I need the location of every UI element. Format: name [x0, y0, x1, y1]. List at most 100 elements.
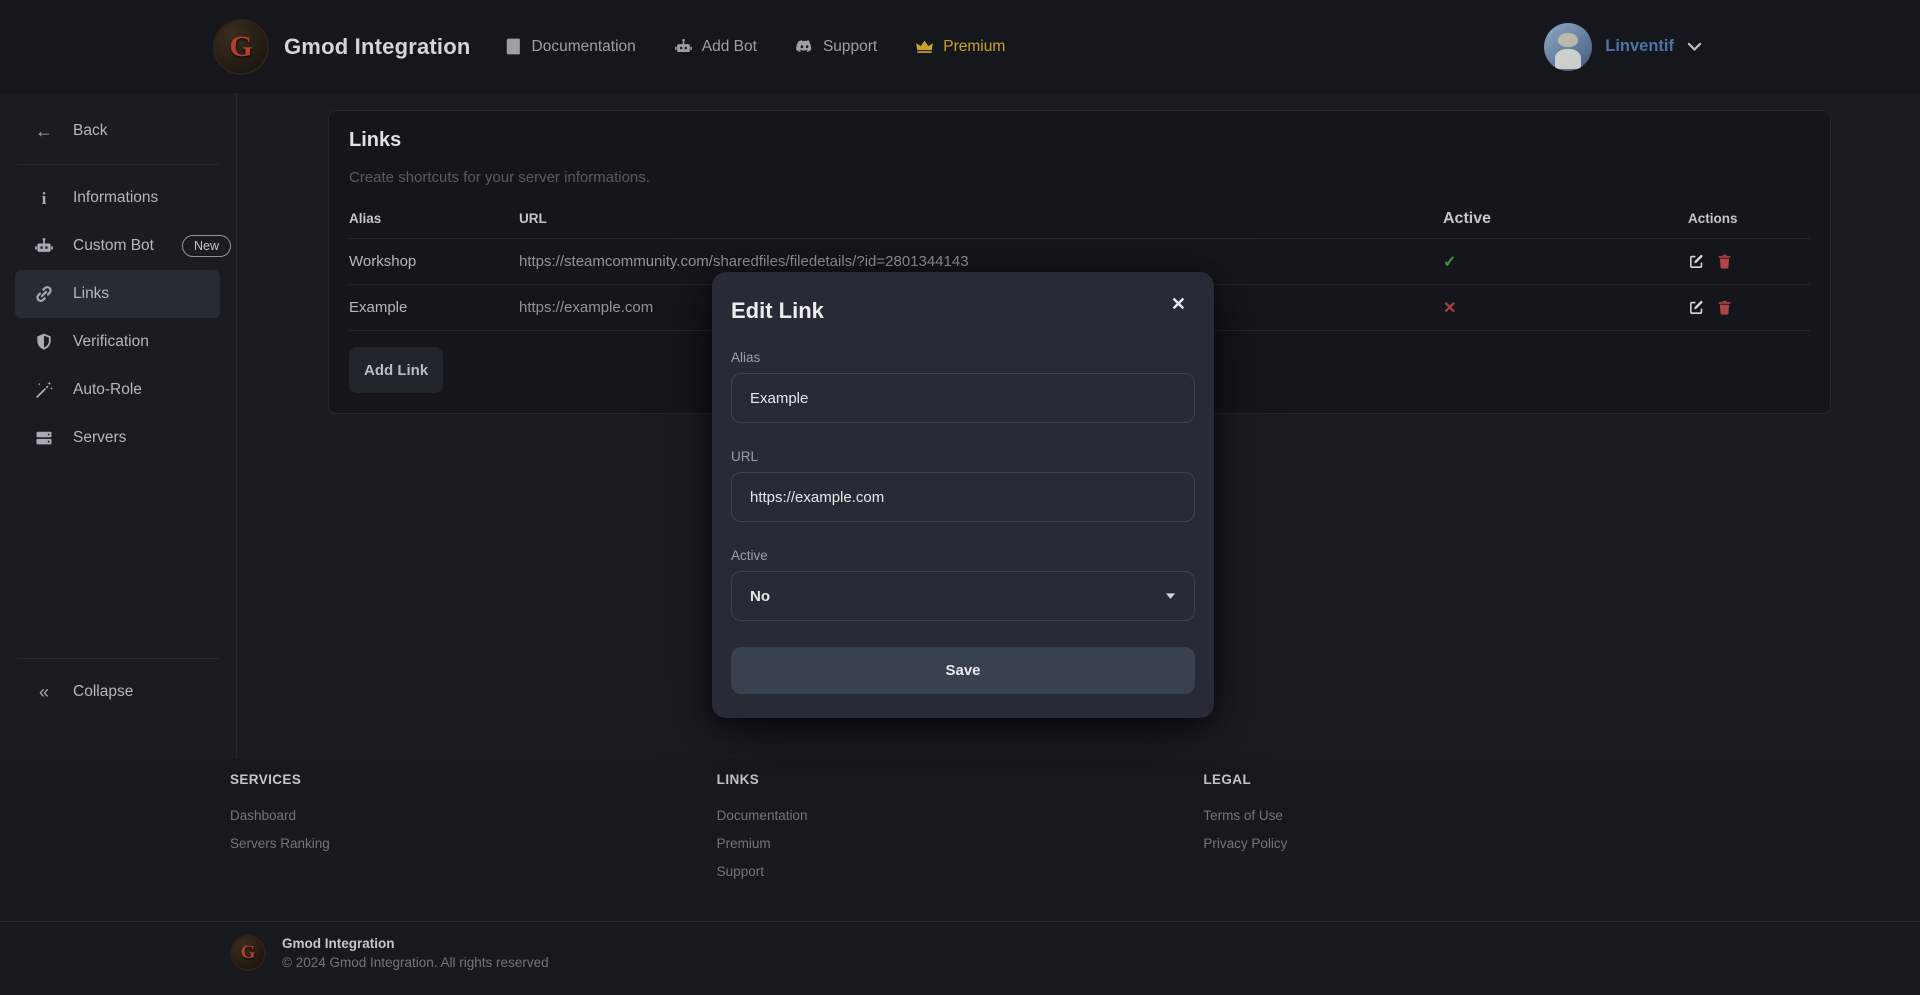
- navbar: G Gmod Integration Documentation Add Bot…: [0, 0, 1920, 93]
- edit-link-modal: ✕ Edit Link Alias URL Active No Save: [712, 272, 1214, 718]
- modal-title: Edit Link: [731, 298, 1195, 324]
- footer-link-premium[interactable]: Premium: [717, 830, 1204, 858]
- avatar: [1544, 23, 1592, 71]
- col-header-alias: Alias: [349, 211, 519, 226]
- discord-icon: [795, 37, 814, 56]
- cell-actions: [1688, 299, 1810, 316]
- page-title: Links: [349, 129, 1810, 152]
- arrow-left-icon: ←: [33, 122, 55, 140]
- trash-icon: [1716, 253, 1733, 270]
- user-menu[interactable]: Linventif: [1544, 23, 1702, 71]
- footer-logo[interactable]: G: [230, 935, 266, 971]
- status-active-check: ✓: [1443, 252, 1688, 272]
- sidebar: ← Back i Informations Custom Bot New Lin…: [0, 93, 237, 759]
- footer-link-support[interactable]: Support: [717, 858, 1204, 886]
- alias-label: Alias: [731, 350, 1195, 365]
- nav-documentation[interactable]: Documentation: [504, 37, 636, 56]
- sidebar-item-auto-role[interactable]: Auto-Role: [0, 366, 236, 414]
- edit-icon: [1688, 299, 1705, 316]
- active-label: Active: [731, 548, 1195, 563]
- url-field[interactable]: [731, 472, 1195, 522]
- footer-link-terms[interactable]: Terms of Use: [1203, 802, 1690, 830]
- sidebar-collapse[interactable]: « Collapse: [0, 668, 236, 716]
- sidebar-divider: [17, 164, 219, 165]
- brand-title[interactable]: Gmod Integration: [284, 34, 471, 60]
- sidebar-item-label: Custom Bot: [73, 237, 154, 255]
- footer-column-links: LINKS Documentation Premium Support: [717, 771, 1204, 886]
- footer-column-services: SERVICES Dashboard Servers Ranking: [230, 771, 717, 886]
- trash-icon: [1716, 299, 1733, 316]
- nav-add-bot[interactable]: Add Bot: [674, 37, 757, 56]
- footer-link-privacy[interactable]: Privacy Policy: [1203, 830, 1690, 858]
- footer-link-servers-ranking[interactable]: Servers Ranking: [230, 830, 717, 858]
- status-inactive-cross: ✕: [1443, 298, 1688, 318]
- sidebar-item-servers[interactable]: Servers: [0, 414, 236, 462]
- edit-link-button[interactable]: [1688, 253, 1705, 270]
- sidebar-divider: [17, 658, 219, 659]
- nav-label: Documentation: [532, 38, 636, 56]
- sidebar-item-label: Informations: [73, 189, 158, 207]
- add-link-button[interactable]: Add Link: [349, 347, 443, 393]
- link-icon: [33, 284, 55, 304]
- page-subtitle: Create shortcuts for your server informa…: [349, 169, 1810, 186]
- footer-heading: LINKS: [717, 771, 1204, 789]
- cell-url: https://steamcommunity.com/sharedfiles/f…: [519, 253, 1443, 270]
- nav-premium[interactable]: Premium: [915, 37, 1005, 56]
- sidebar-item-label: Links: [73, 285, 109, 303]
- new-badge: New: [182, 235, 231, 257]
- active-select-value: No: [750, 588, 770, 605]
- shield-icon: [33, 332, 55, 352]
- cell-alias: Workshop: [349, 253, 519, 270]
- col-header-url: URL: [519, 211, 1443, 226]
- sidebar-bottom: « Collapse: [0, 649, 236, 759]
- save-button[interactable]: Save: [731, 647, 1195, 694]
- footer-heading: SERVICES: [230, 771, 717, 789]
- sidebar-item-label: Auto-Role: [73, 381, 142, 399]
- delete-link-button[interactable]: [1716, 299, 1733, 316]
- double-chevron-left-icon: «: [33, 683, 55, 701]
- username: Linventif: [1605, 37, 1674, 56]
- logo-letter: G: [229, 30, 252, 64]
- sidebar-item-label: Servers: [73, 429, 126, 447]
- wand-icon: [33, 380, 55, 400]
- url-label: URL: [731, 449, 1195, 464]
- nav-label: Add Bot: [702, 38, 757, 56]
- footer-heading: LEGAL: [1203, 771, 1690, 789]
- col-header-active: Active: [1443, 210, 1688, 228]
- nav-links: Documentation Add Bot Support Premium: [504, 37, 1006, 56]
- sidebar-item-informations[interactable]: i Informations: [0, 174, 236, 222]
- close-icon[interactable]: ✕: [1165, 294, 1192, 314]
- sidebar-item-links[interactable]: Links: [15, 270, 220, 318]
- alias-field[interactable]: [731, 373, 1195, 423]
- sidebar-item-label: Verification: [73, 333, 149, 351]
- sidebar-item-verification[interactable]: Verification: [0, 318, 236, 366]
- robot-icon: [674, 37, 693, 56]
- logo-letter: G: [241, 942, 256, 964]
- info-icon: i: [33, 190, 55, 207]
- caret-down-icon: [1165, 592, 1176, 600]
- cell-alias: Example: [349, 299, 519, 316]
- col-header-actions: Actions: [1688, 211, 1810, 226]
- nav-support[interactable]: Support: [795, 37, 877, 56]
- footer: SERVICES Dashboard Servers Ranking LINKS…: [0, 759, 1920, 995]
- footer-brand: Gmod Integration: [282, 934, 549, 953]
- server-icon: [33, 428, 55, 448]
- book-icon: [504, 37, 523, 56]
- sidebar-back[interactable]: ← Back: [0, 107, 236, 155]
- chevron-down-icon: [1687, 42, 1702, 52]
- nav-label: Premium: [943, 38, 1005, 56]
- footer-column-legal: LEGAL Terms of Use Privacy Policy: [1203, 771, 1690, 886]
- sidebar-item-custom-bot[interactable]: Custom Bot New: [0, 222, 236, 270]
- footer-link-dashboard[interactable]: Dashboard: [230, 802, 717, 830]
- footer-copyright: © 2024 Gmod Integration. All rights rese…: [282, 953, 549, 972]
- table-header-row: Alias URL Active Actions: [349, 199, 1810, 239]
- cell-actions: [1688, 253, 1810, 270]
- active-select[interactable]: No: [731, 571, 1195, 621]
- edit-link-button[interactable]: [1688, 299, 1705, 316]
- footer-bottom-bar: G Gmod Integration © 2024 Gmod Integrati…: [0, 921, 1920, 972]
- robot-icon: [33, 236, 55, 256]
- app-logo[interactable]: G: [213, 19, 269, 75]
- delete-link-button[interactable]: [1716, 253, 1733, 270]
- nav-label: Support: [823, 38, 877, 56]
- footer-link-documentation[interactable]: Documentation: [717, 802, 1204, 830]
